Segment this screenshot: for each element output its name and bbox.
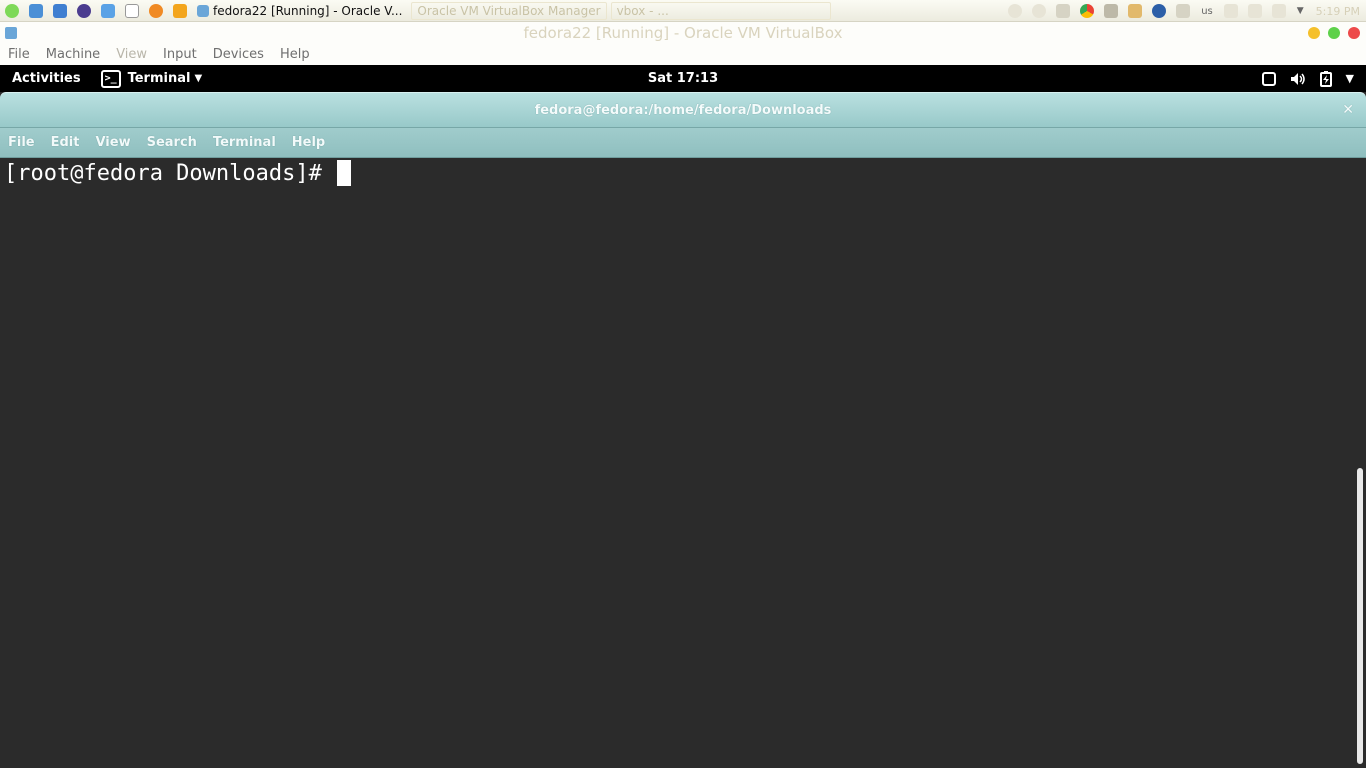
maximize-button[interactable] — [1328, 27, 1340, 39]
vbox-menu-view[interactable]: View — [116, 47, 147, 62]
folder-tray-icon[interactable] — [1128, 4, 1143, 18]
text-cursor — [337, 160, 352, 186]
terminal-menubar: File Edit View Search Terminal Help — [0, 128, 1366, 158]
files-icon[interactable] — [53, 3, 67, 18]
document-icon[interactable] — [125, 3, 139, 18]
virtualbox-window-icon — [5, 27, 17, 39]
network-icon[interactable] — [1271, 4, 1286, 18]
vbox-window-titlebar[interactable]: fedora22 [Running] - Oracle VM VirtualBo… — [0, 22, 1366, 44]
media-stop-icon[interactable] — [1008, 4, 1023, 18]
app-menu-label: Terminal — [127, 71, 191, 86]
terminal-icon: >_ — [100, 69, 121, 88]
terminal-menu-edit[interactable]: Edit — [51, 135, 80, 150]
prompt-line: [root@fedora Downloads]# — [4, 160, 352, 186]
folder-icon[interactable] — [173, 3, 187, 18]
terminal-menu-file[interactable]: File — [8, 135, 35, 150]
task-label: Oracle VM VirtualBox Manager — [417, 3, 601, 18]
terminal-menu-help[interactable]: Help — [292, 135, 325, 150]
activities-button[interactable]: Activities — [12, 71, 81, 86]
terminal-title: fedora@fedora:/home/fedora/Downloads — [534, 102, 832, 118]
host-clock[interactable]: 5:19 PM — [1316, 5, 1360, 18]
firefox-icon[interactable] — [149, 3, 163, 18]
lock-icon[interactable] — [1056, 4, 1071, 18]
volume-icon[interactable] — [1223, 4, 1238, 18]
vbox-menu-machine[interactable]: Machine — [46, 47, 100, 62]
eclipse-icon[interactable] — [77, 3, 91, 18]
vbox-menu-help[interactable]: Help — [280, 47, 310, 62]
terminal-scrollbar[interactable] — [1354, 158, 1366, 768]
terminal-menu-view[interactable]: View — [95, 135, 130, 150]
host-taskbar: fedora22 [Running] - Oracle V... Oracle … — [0, 0, 1366, 22]
vbox-menubar: File Machine View Input Devices Help — [0, 44, 1366, 65]
terminal-titlebar[interactable]: fedora@fedora:/home/fedora/Downloads ✕ — [0, 92, 1366, 128]
tray-chevron-down-icon[interactable]: ▼ — [1297, 6, 1304, 16]
virtualbox-icon — [197, 4, 209, 17]
chevron-down-icon: ▼ — [194, 73, 203, 84]
vbox-menu-input[interactable]: Input — [163, 47, 197, 62]
globe-icon[interactable] — [1152, 4, 1167, 18]
battery-icon — [1319, 70, 1332, 87]
task-label: vbox - ... — [616, 3, 669, 18]
terminal-body[interactable]: [root@fedora Downloads]# — [0, 158, 1366, 768]
vscode-icon[interactable] — [101, 3, 115, 18]
task-vbox-manager[interactable]: Oracle VM VirtualBox Manager — [411, 1, 607, 20]
task-vbox-running[interactable]: fedora22 [Running] - Oracle V... — [192, 2, 407, 20]
vbox-window-title: fedora22 [Running] - Oracle VM VirtualBo… — [523, 24, 843, 42]
chrome-icon[interactable] — [1080, 4, 1095, 18]
tools-icon[interactable] — [1104, 4, 1119, 18]
system-tray: us ▼ 5:19 PM — [1003, 0, 1366, 22]
vbox-menu-devices[interactable]: Devices — [213, 47, 264, 62]
scrollbar-thumb[interactable] — [1357, 468, 1363, 764]
task-vbox-other[interactable]: vbox - ... — [610, 1, 831, 20]
start-menu-icon[interactable] — [5, 3, 19, 18]
keyboard-layout[interactable]: us — [1201, 6, 1213, 17]
terminal-menu-terminal[interactable]: Terminal — [213, 135, 276, 150]
shell-prompt: [root@fedora Downloads]# — [4, 160, 336, 186]
task-label: fedora22 [Running] - Oracle V... — [213, 3, 403, 18]
screen-icon — [1261, 71, 1276, 86]
app-menu-button[interactable]: >_ Terminal ▼ — [100, 69, 203, 88]
clipboard-icon[interactable] — [1176, 4, 1191, 18]
status-area[interactable]: ▼ — [1261, 65, 1354, 92]
system-menu-chevron-down-icon: ▼ — [1345, 72, 1354, 85]
gnome-top-bar: Activities >_ Terminal ▼ Sat 17:13 ▼ — [0, 65, 1366, 92]
vbox-menu-file[interactable]: File — [8, 47, 30, 62]
close-icon[interactable]: ✕ — [1342, 102, 1354, 118]
power-icon[interactable] — [1247, 4, 1262, 18]
gnome-clock[interactable]: Sat 17:13 — [648, 71, 718, 86]
media-pause-icon[interactable] — [1032, 4, 1047, 18]
volume-icon — [1290, 72, 1305, 85]
desktop-icon[interactable] — [29, 3, 43, 18]
terminal-menu-search[interactable]: Search — [147, 135, 197, 150]
close-button[interactable] — [1348, 27, 1360, 39]
minimize-button[interactable] — [1308, 27, 1320, 39]
